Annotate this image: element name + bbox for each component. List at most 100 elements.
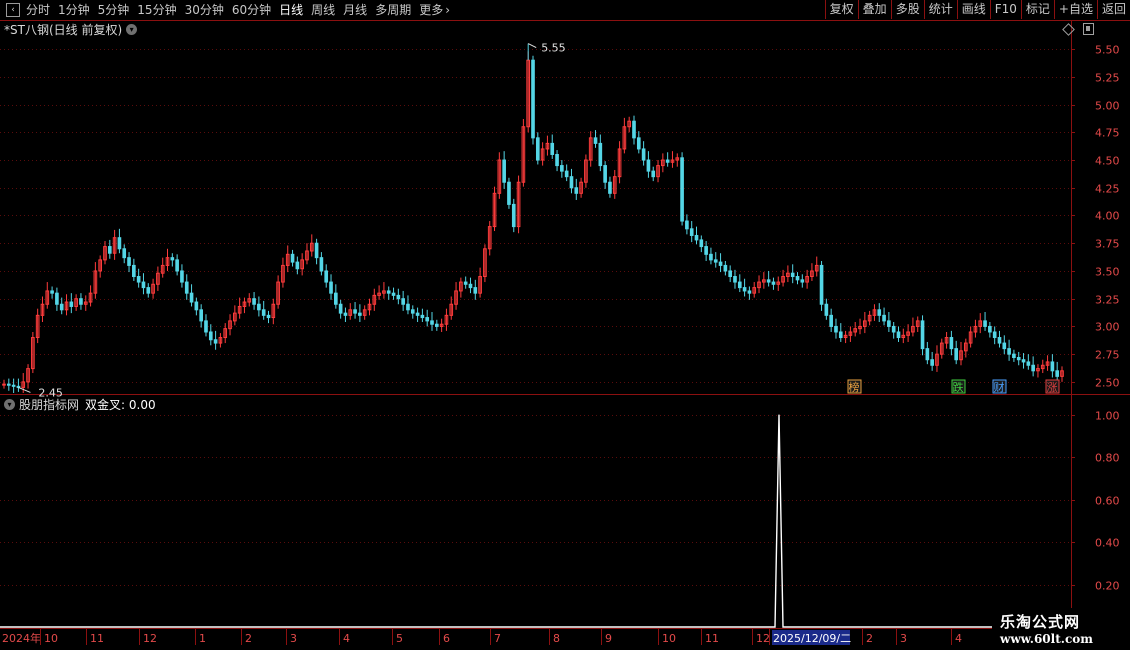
event-marker-label: 跌 xyxy=(953,380,964,394)
candle-body xyxy=(386,290,391,294)
candle-body xyxy=(891,325,896,333)
price-tick-label: 2.75 xyxy=(1095,349,1120,362)
candle-body xyxy=(1031,364,1035,372)
indicator-line xyxy=(0,414,1071,628)
candle-body xyxy=(213,339,218,344)
candle-body xyxy=(689,228,694,236)
period-tab-1[interactable]: 1分钟 xyxy=(58,0,90,20)
toolbar-button-8[interactable]: 返回 xyxy=(1096,0,1130,19)
price-tick-label: 4.00 xyxy=(1095,210,1120,223)
toolbar-button-5[interactable]: F10 xyxy=(989,0,1021,19)
candle-body xyxy=(257,303,261,311)
stock-title[interactable]: *ST八钢(日线 前复权) xyxy=(4,21,122,38)
candle-body xyxy=(795,276,800,281)
high-pointer xyxy=(527,43,537,48)
toolbar-button-3[interactable]: 统计 xyxy=(923,0,957,19)
candle-body xyxy=(132,264,136,278)
candle-body xyxy=(434,323,439,327)
candle-body xyxy=(819,264,824,305)
candle-body xyxy=(699,239,704,248)
candle-body xyxy=(632,120,636,139)
period-tab-5[interactable]: 60分钟 xyxy=(232,0,271,20)
candle-body xyxy=(79,298,83,305)
candle-body xyxy=(410,309,415,314)
date-tick-label: 10 xyxy=(662,632,676,645)
period-tab-0[interactable]: 分时 xyxy=(26,0,50,20)
toolbar-button-2[interactable]: 多股 xyxy=(890,0,924,19)
date-tick-label: 8 xyxy=(553,632,560,645)
candle-body xyxy=(295,261,300,270)
candle-body xyxy=(925,348,930,361)
candle-body xyxy=(949,337,954,350)
candle-body xyxy=(406,303,410,311)
candle-body xyxy=(189,292,194,303)
candle-body xyxy=(824,303,829,316)
period-toolbar: ‹ 分时 1分钟 5分钟 15分钟 30分钟 60分钟 日线 周线 月线 多周期 更多 › 复权 叠加多… xyxy=(0,0,1130,21)
candle-body xyxy=(603,165,607,183)
period-tab-9[interactable]: 多周期 xyxy=(375,0,411,20)
candle-body xyxy=(59,303,64,311)
date-axis: 2024年 10 11 12 1 2 3 4 5 6 7 8 9 10 11 12 2025/12/09/二 2 3… xyxy=(0,628,1130,645)
candle-body xyxy=(473,287,478,294)
candle-body xyxy=(1016,357,1021,361)
date-tick-label: 2025/12/09/二 xyxy=(773,632,851,645)
indicator-name[interactable]: 股朋指标网 xyxy=(19,396,79,413)
period-tab-8[interactable]: 月线 xyxy=(343,0,367,20)
period-tab-10[interactable]: 更多 xyxy=(419,0,443,20)
dropdown-icon[interactable]: ▾ xyxy=(126,23,138,35)
candle-body xyxy=(6,383,11,386)
kline-chart[interactable]: 2.50 2.75 3.00 3.25 3.50 3.75 4.00 4.25 4.50 4.75… xyxy=(0,0,1130,650)
candle-body xyxy=(988,325,992,333)
candle-body xyxy=(838,331,843,339)
date-tick-label: 11 xyxy=(90,632,104,645)
watermark-logo: 乐淘公式网 www.60lt.com xyxy=(992,608,1130,650)
candle-body xyxy=(997,337,1002,344)
toolbar-button-4[interactable]: 画线 xyxy=(956,0,990,19)
period-tab-6[interactable]: 日线 xyxy=(279,0,303,20)
candle-body xyxy=(555,153,559,167)
event-marker-1: 跌 xyxy=(951,379,966,394)
date-tick-label: 2024年 xyxy=(2,631,41,645)
period-tab-4[interactable]: 30分钟 xyxy=(185,0,224,20)
candle-body xyxy=(1055,370,1060,377)
candle-body xyxy=(170,257,175,261)
candle-body xyxy=(564,170,569,178)
candle-body xyxy=(1007,348,1011,355)
left-arrow-icon[interactable]: ‹ xyxy=(6,3,20,17)
candle-body xyxy=(141,281,146,289)
candle-body xyxy=(69,301,74,307)
candle-body xyxy=(396,294,401,300)
period-tab-3[interactable]: 15分钟 xyxy=(137,0,176,20)
candle-body xyxy=(266,314,271,319)
candle-body xyxy=(502,159,506,183)
candle-body xyxy=(430,320,434,325)
toolbar-button-6[interactable]: 标记 xyxy=(1020,0,1054,19)
candle-body xyxy=(425,317,430,322)
price-tick-label: 5.25 xyxy=(1095,72,1120,85)
toolbar-button-7[interactable]: +自选 xyxy=(1053,0,1097,19)
price-tick-label: 4.25 xyxy=(1095,183,1120,196)
candle-body xyxy=(569,176,574,189)
date-tick-label: 5 xyxy=(396,632,403,645)
indicator-panel: 0.20 0.40 0.60 0.80 1.00 xyxy=(0,410,1120,628)
candle-body xyxy=(877,309,882,316)
candle-body xyxy=(920,320,925,350)
stock-title-bar: *ST八钢(日线 前复权) ▾ xyxy=(0,21,138,38)
toolbar-button-1[interactable]: 叠加 xyxy=(857,0,891,19)
candle-body xyxy=(535,137,540,161)
dropdown-icon[interactable]: ▾ xyxy=(4,398,15,410)
date-tick-label: 10 xyxy=(44,632,58,645)
period-tab-7[interactable]: 周线 xyxy=(311,0,335,20)
more-chevron-icon[interactable]: › xyxy=(445,0,450,20)
candle-body xyxy=(11,384,16,387)
panel-toggle-icon[interactable] xyxy=(1083,23,1094,35)
diamond-icon[interactable] xyxy=(1062,22,1075,36)
event-marker-3: 涨 xyxy=(1045,379,1060,394)
event-marker-2: 财 xyxy=(992,379,1007,394)
period-tab-2[interactable]: 5分钟 xyxy=(98,0,130,20)
candle-body xyxy=(343,312,348,316)
candle-body xyxy=(800,279,805,283)
chart-tools xyxy=(1062,22,1094,36)
price-tick-label: 3.75 xyxy=(1095,238,1120,251)
toolbar-button-0[interactable]: 复权 xyxy=(824,0,858,19)
